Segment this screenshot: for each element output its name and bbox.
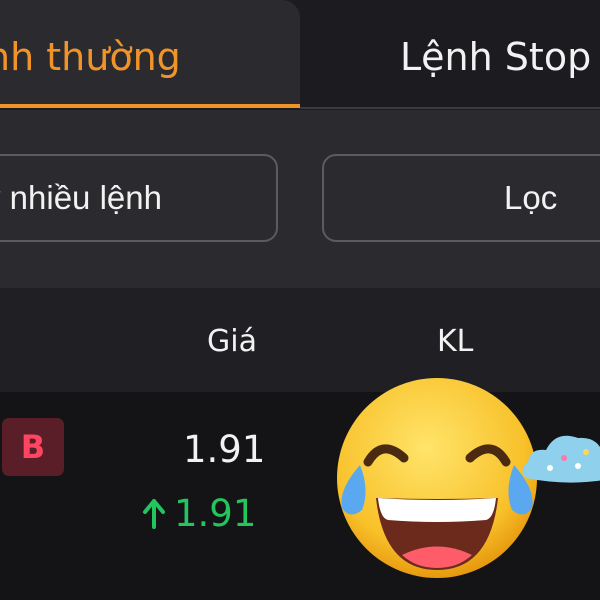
tab-active-indicator — [0, 104, 300, 108]
action-bar: ỷ nhiều lệnh Lọc — [0, 110, 600, 288]
last-price-value: 1.91 — [174, 492, 257, 535]
face-with-tears-of-joy-icon — [337, 378, 537, 578]
last-price: 1.91 — [142, 492, 256, 535]
tab-stop-order-label[interactable]: Lệnh Stop L — [400, 34, 600, 80]
column-header-quantity: KL — [437, 324, 474, 359]
order-price: 1.91 — [183, 428, 266, 471]
tab-divider — [300, 107, 600, 109]
tab-normal-order-label[interactable]: nh thường — [0, 34, 181, 80]
filter-button[interactable]: Lọc — [322, 154, 600, 242]
buy-side-badge: B — [2, 418, 64, 476]
cancel-multiple-orders-button[interactable]: ỷ nhiều lệnh — [0, 154, 278, 242]
arrow-up-icon — [143, 498, 165, 529]
column-header-price: Giá — [207, 324, 257, 359]
cloud-icon — [522, 435, 600, 483]
order-type-tabs: nh thường Lệnh Stop L — [0, 0, 600, 110]
